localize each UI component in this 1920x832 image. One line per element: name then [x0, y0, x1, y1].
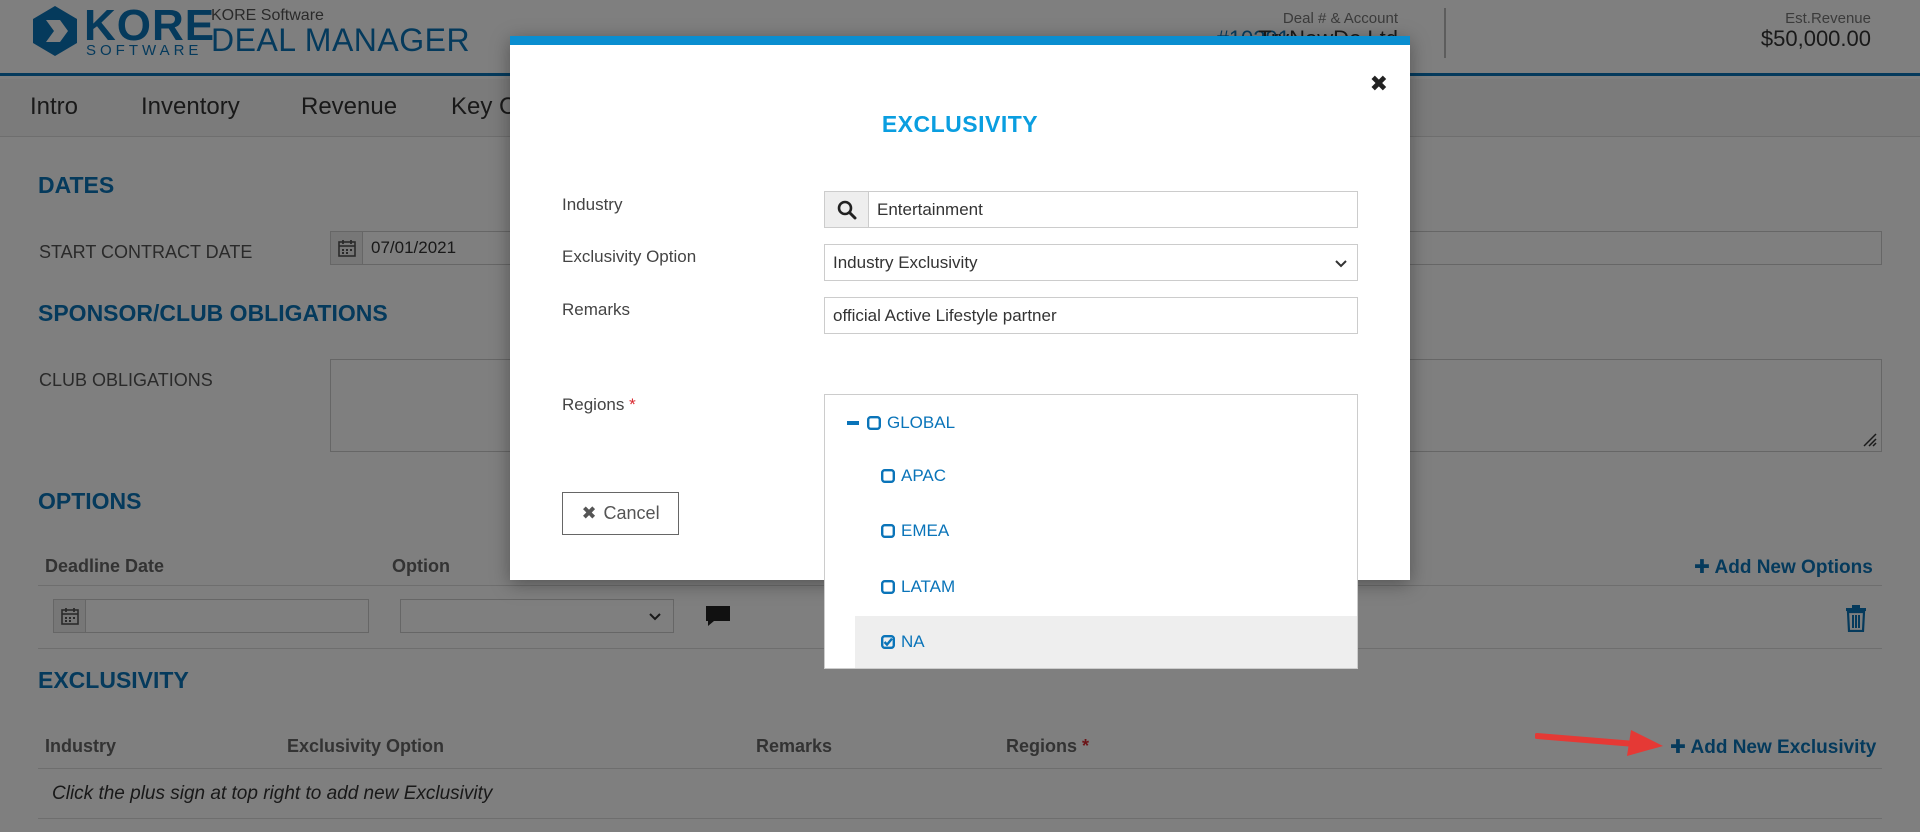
industry-value: Entertainment [877, 200, 983, 219]
regions-label: Regions * [562, 395, 636, 415]
collapse-minus-icon[interactable] [847, 421, 859, 425]
tree-node-emea[interactable]: EMEA [881, 505, 1357, 557]
tree-node-label: EMEA [901, 521, 950, 540]
tree-node-global[interactable]: GLOBAL [847, 397, 1351, 449]
times-icon: ✖ [581, 503, 597, 523]
remarks-value: official Active Lifestyle partner [833, 306, 1057, 325]
industry-label: Industry [562, 195, 623, 214]
annotation-arrow-icon [1535, 730, 1663, 756]
exclusivity-option-label: Exclusivity Option [562, 247, 697, 266]
tree-node-label: GLOBAL [887, 413, 956, 432]
modal-title: EXCLUSIVITY [881, 111, 1039, 137]
tree-node-label: LATAM [901, 577, 956, 596]
tree-node-apac[interactable]: APAC [881, 450, 1357, 502]
tree-node-latam[interactable]: LATAM [881, 561, 1357, 613]
tree-node-label: NA [901, 632, 925, 651]
chevron-down-icon [1335, 260, 1347, 268]
tree-node-label: APAC [901, 466, 947, 485]
search-icon[interactable] [825, 192, 869, 227]
checkbox-icon[interactable] [881, 524, 895, 538]
checkbox-icon[interactable] [867, 416, 881, 430]
checkbox-icon[interactable] [881, 580, 895, 594]
exclusivity-option-select[interactable]: Industry Exclusivity [824, 244, 1358, 281]
remarks-input[interactable]: official Active Lifestyle partner [824, 297, 1358, 334]
regions-label-text: Regions [562, 395, 625, 414]
cancel-button-label: Cancel [603, 503, 660, 523]
tree-node-na[interactable]: NA [855, 616, 1357, 668]
exclusivity-option-value: Industry Exclusivity [833, 253, 978, 272]
regions-tree-dropdown[interactable]: GLOBAL APAC EMEA LATAM NA [824, 394, 1358, 669]
industry-search-field[interactable]: Entertainment [824, 191, 1358, 228]
checkbox-icon[interactable] [881, 469, 895, 483]
required-marker: * [629, 395, 636, 414]
close-icon[interactable]: ✖ [1370, 71, 1388, 97]
checkbox-checked-icon[interactable] [881, 635, 895, 649]
cancel-button[interactable]: ✖ Cancel [562, 492, 679, 535]
remarks-label: Remarks [562, 300, 631, 319]
